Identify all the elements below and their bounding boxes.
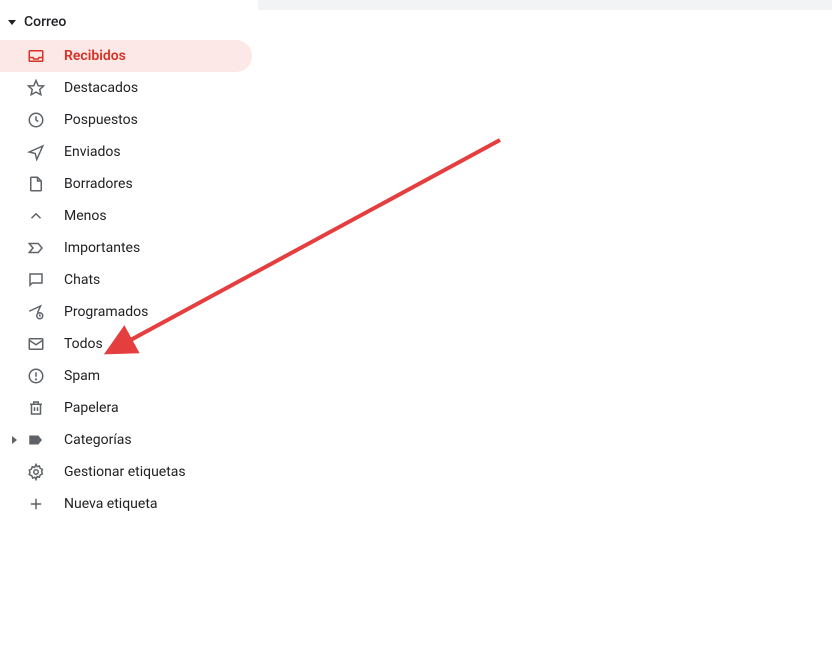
document-icon: [26, 174, 46, 194]
sidebar-item-label: Programados: [64, 304, 148, 320]
sidebar-item-starred[interactable]: Destacados: [0, 72, 252, 104]
sidebar-item-label: Gestionar etiquetas: [64, 464, 186, 480]
sidebar-item-label: Importantes: [64, 240, 140, 256]
sidebar-item-all-mail[interactable]: Todos: [0, 328, 252, 360]
sidebar-item-manage-labels[interactable]: Gestionar etiquetas: [0, 456, 252, 488]
sidebar-item-label: Chats: [64, 272, 100, 288]
clock-icon: [26, 110, 46, 130]
sidebar-item-drafts[interactable]: Borradores: [0, 168, 252, 200]
nav-list: Recibidos Destacados Pospuestos Enviados: [0, 40, 252, 520]
sidebar-item-label: Enviados: [64, 144, 121, 160]
sidebar-item-label: Menos: [64, 208, 107, 224]
sidebar-item-categories[interactable]: Categorías: [0, 424, 252, 456]
sidebar-item-trash[interactable]: Papelera: [0, 392, 252, 424]
sidebar-item-label: Nueva etiqueta: [64, 496, 158, 512]
trash-icon: [26, 398, 46, 418]
sidebar-item-less[interactable]: Menos: [0, 200, 252, 232]
sidebar-item-label: Spam: [64, 368, 100, 384]
sidebar-item-label: Todos: [64, 336, 103, 352]
mail-icon: [26, 334, 46, 354]
spam-icon: [26, 366, 46, 386]
sidebar-item-label: Destacados: [64, 80, 138, 96]
scheduled-icon: [26, 302, 46, 322]
chat-icon: [26, 270, 46, 290]
sidebar-item-scheduled[interactable]: Programados: [0, 296, 252, 328]
sidebar-item-label: Recibidos: [64, 48, 126, 64]
sidebar-item-new-label[interactable]: Nueva etiqueta: [0, 488, 252, 520]
sidebar-item-label: Categorías: [64, 432, 132, 448]
sidebar-item-label: Pospuestos: [64, 112, 138, 128]
sidebar-item-important[interactable]: Importantes: [0, 232, 252, 264]
content-area-top: [258, 0, 832, 10]
sidebar-item-label: Borradores: [64, 176, 133, 192]
sidebar-item-label: Papelera: [64, 400, 119, 416]
triangle-down-icon: [8, 20, 16, 25]
plus-icon: [26, 494, 46, 514]
send-icon: [26, 142, 46, 162]
inbox-icon: [26, 46, 46, 66]
section-header-mail[interactable]: Correo: [0, 10, 252, 40]
mail-sidebar: Correo Recibidos Destacados Pospuestos: [0, 0, 252, 520]
important-icon: [26, 238, 46, 258]
sidebar-item-chats[interactable]: Chats: [0, 264, 252, 296]
chevron-up-icon: [26, 206, 46, 226]
label-icon: [26, 430, 46, 450]
sidebar-item-sent[interactable]: Enviados: [0, 136, 252, 168]
sidebar-item-spam[interactable]: Spam: [0, 360, 252, 392]
gear-icon: [26, 462, 46, 482]
sidebar-item-snoozed[interactable]: Pospuestos: [0, 104, 252, 136]
sidebar-item-inbox[interactable]: Recibidos: [0, 40, 252, 72]
section-title: Correo: [24, 14, 66, 30]
star-icon: [26, 78, 46, 98]
triangle-right-icon: [12, 436, 17, 444]
